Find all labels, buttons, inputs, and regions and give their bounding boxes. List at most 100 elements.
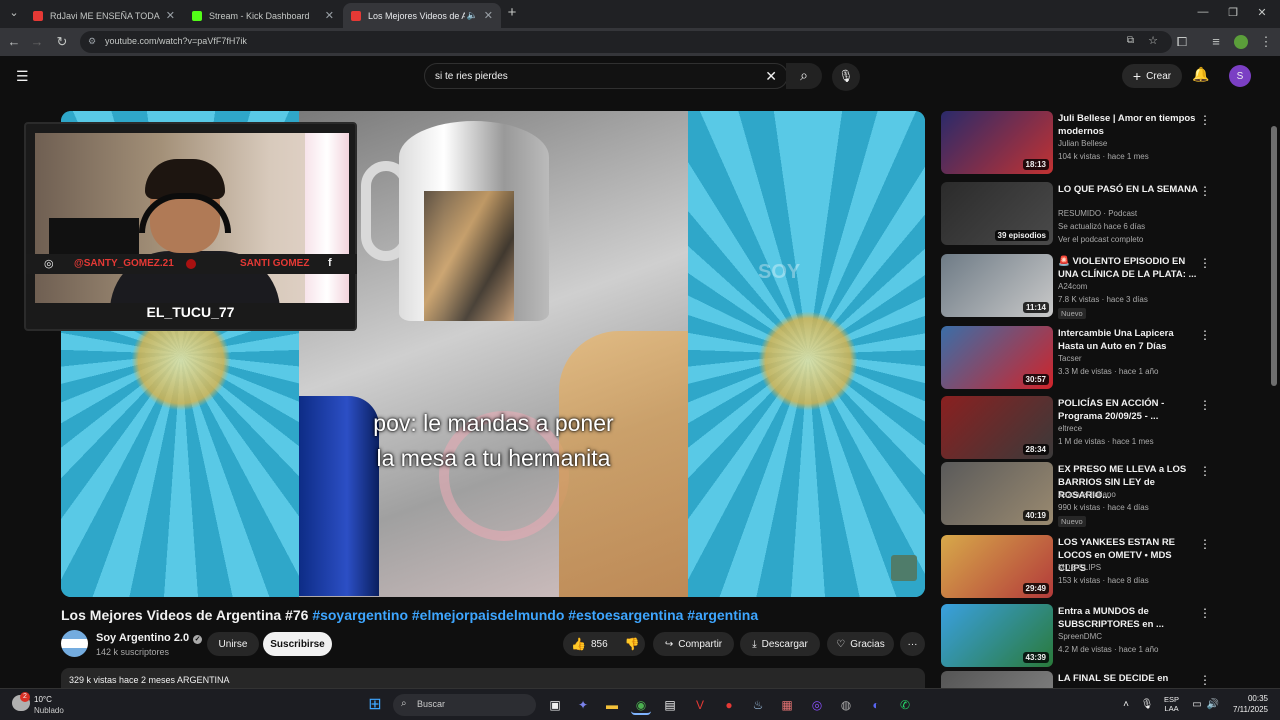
- more-options-icon[interactable]: ⋮: [1199, 606, 1211, 620]
- channel-name[interactable]: RESUMIDO · Podcast: [1058, 209, 1137, 218]
- more-actions-button[interactable]: ···: [900, 632, 925, 656]
- bookmark-star-icon[interactable]: ☆: [1148, 34, 1158, 47]
- share-button[interactable]: ↪ Compartir: [653, 632, 734, 656]
- channel-avatar[interactable]: [61, 630, 88, 657]
- channel-name[interactable]: Tacser: [1058, 354, 1082, 363]
- install-icon[interactable]: ⧉: [1127, 35, 1134, 46]
- channel-name[interactable]: eltrece: [1058, 424, 1082, 433]
- podcast-link[interactable]: Ver el podcast completo: [1058, 235, 1143, 244]
- input-language[interactable]: ESP LAA: [1164, 695, 1179, 713]
- speaker-icon[interactable]: 🔈: [467, 10, 478, 21]
- recommendation-item[interactable]: 18:13 Juli Bellese | Amor en tiempos mode…: [941, 111, 1221, 175]
- tab-search-icon[interactable]: ⌄: [4, 6, 24, 19]
- video-thumbnail[interactable]: 39 episodios: [941, 182, 1053, 245]
- chrome-menu-icon[interactable]: ⋮: [1257, 34, 1275, 50]
- windows-start-icon[interactable]: ⊞: [365, 695, 385, 715]
- subscribe-button[interactable]: Suscribirse: [263, 632, 332, 656]
- riot-icon[interactable]: ●: [719, 695, 739, 715]
- video-thumbnail[interactable]: 29:49: [941, 535, 1053, 598]
- chrome-icon[interactable]: ◉: [631, 695, 651, 715]
- more-options-icon[interactable]: ⋮: [1199, 537, 1211, 551]
- profile-icon[interactable]: [1234, 35, 1248, 49]
- back-icon[interactable]: ←: [5, 34, 23, 49]
- close-window-button[interactable]: ✕: [1252, 6, 1272, 19]
- new-tab-button[interactable]: +: [502, 4, 522, 21]
- create-button[interactable]: + Crear: [1122, 64, 1182, 88]
- weather-desc[interactable]: Nublado: [34, 706, 64, 715]
- video-title[interactable]: LO QUE PASÓ EN LA SEMANA: [1058, 183, 1198, 196]
- mic-icon[interactable]: 🎙: [1137, 695, 1157, 715]
- video-thumbnail[interactable]: 30:57: [941, 326, 1053, 389]
- file-explorer-icon[interactable]: ▬: [602, 695, 622, 715]
- obs-icon[interactable]: ◎: [807, 695, 827, 715]
- more-options-icon[interactable]: ⋮: [1199, 464, 1211, 478]
- channel-name[interactable]: Soy Argentino 2.0 ✓: [96, 632, 203, 644]
- channel-name[interactable]: MDS CLIPS: [1058, 563, 1101, 572]
- site-info-icon[interactable]: ⚙: [88, 36, 96, 47]
- menu-icon[interactable]: ☰: [16, 68, 29, 85]
- valorant-icon[interactable]: V: [690, 695, 710, 715]
- task-view-icon[interactable]: ▣: [545, 695, 565, 715]
- tab-2[interactable]: Stream - Kick Dashboard ✕: [184, 3, 342, 28]
- more-options-icon[interactable]: ⋮: [1199, 113, 1211, 127]
- video-title[interactable]: LA FINAL SE DECIDE en: [1058, 672, 1198, 685]
- like-icon[interactable]: 👍: [571, 637, 586, 651]
- weather-temp[interactable]: 10°C: [34, 695, 52, 704]
- close-tab-icon[interactable]: ✕: [484, 9, 493, 22]
- account-avatar[interactable]: S: [1229, 65, 1251, 87]
- more-options-icon[interactable]: ⋮: [1199, 398, 1211, 412]
- channel-watermark-icon[interactable]: [891, 555, 917, 581]
- recommendation-item[interactable]: 30:57 Intercambie Una Lapicera Hasta un A…: [941, 326, 1221, 390]
- video-title[interactable]: POLICÍAS EN ACCIÓN - Programa 20/09/25 -…: [1058, 397, 1198, 423]
- video-title[interactable]: Entra a MUNDOS de SUBSCRIPTORES en ...: [1058, 605, 1198, 631]
- clear-search-icon[interactable]: ✕: [765, 68, 777, 85]
- extensions-icon[interactable]: ⧠: [1173, 34, 1191, 50]
- video-hashtags[interactable]: #soyargentino #elmejorpaisdelmundo #esto…: [312, 607, 758, 623]
- more-options-icon[interactable]: ⋮: [1199, 256, 1211, 270]
- thanks-button[interactable]: ♡ Gracias: [827, 632, 894, 656]
- whatsapp-icon[interactable]: ✆: [895, 695, 915, 715]
- address-bar[interactable]: ⚙ youtube.com/watch?v=paVfF7fH7ik ⧉ ☆: [80, 31, 1172, 53]
- recommendation-item[interactable]: 40:19 EX PRESO ME LLEVA a LOS BARRIOS SIN…: [941, 462, 1221, 527]
- video-thumbnail[interactable]: 28:34: [941, 396, 1053, 459]
- tab-1[interactable]: RdJavi ME ENSEÑA TODA SU C ✕: [25, 3, 183, 28]
- video-thumbnail[interactable]: [941, 671, 1053, 688]
- download-button[interactable]: ⤓ Descargar: [740, 632, 820, 656]
- dislike-icon[interactable]: 👎: [625, 637, 640, 651]
- video-thumbnail[interactable]: 11:14: [941, 254, 1053, 317]
- close-tab-icon[interactable]: ✕: [166, 9, 175, 22]
- show-hidden-icons[interactable]: ˄: [1116, 695, 1136, 715]
- search-input[interactable]: si te ries pierdes: [435, 71, 508, 82]
- recommendation-item[interactable]: 29:49 LOS YANKEES ESTAN RE LOCOS en OMETV…: [941, 535, 1221, 599]
- maximize-button[interactable]: ❐: [1223, 6, 1243, 19]
- teams-icon[interactable]: ✦: [573, 695, 593, 715]
- notifications-bell-icon[interactable]: 🔔: [1192, 66, 1209, 83]
- more-options-icon[interactable]: ⋮: [1199, 184, 1211, 198]
- recommendation-item[interactable]: 28:34 POLICÍAS EN ACCIÓN - Programa 20/09…: [941, 396, 1221, 460]
- close-tab-icon[interactable]: ✕: [325, 9, 334, 22]
- more-options-icon[interactable]: ⋮: [1199, 328, 1211, 342]
- like-count[interactable]: 856: [591, 639, 608, 650]
- video-title[interactable]: Intercambie Una Lapicera Hasta un Auto e…: [1058, 327, 1198, 353]
- app-icon[interactable]: ▦: [777, 695, 797, 715]
- video-thumbnail[interactable]: 40:19: [941, 462, 1053, 525]
- channel-name[interactable]: Julian Bellese: [1058, 139, 1107, 148]
- description-box[interactable]: 329 k vistas hace 2 meses ARGENTINA: [61, 668, 925, 688]
- channel-name[interactable]: Zazza el italiano: [1058, 490, 1116, 499]
- tab-3-active[interactable]: Los Mejores Videos de Arge 🔈 ✕: [343, 3, 501, 28]
- video-thumbnail[interactable]: 43:39: [941, 604, 1053, 667]
- search-button[interactable]: ⌕: [786, 63, 822, 89]
- reading-list-icon[interactable]: ≡: [1207, 34, 1225, 49]
- clock[interactable]: 00:35 7/11/2025: [1226, 694, 1268, 714]
- more-options-icon[interactable]: ⋮: [1199, 673, 1211, 687]
- recommendation-item[interactable]: LA FINAL SE DECIDE en ⋮: [941, 671, 1221, 688]
- channel-name[interactable]: SpreenDMC: [1058, 632, 1102, 641]
- video-title[interactable]: 🚨 VIOLENTO EPISODIO EN UNA CLÍNICA DE LA…: [1058, 255, 1198, 281]
- recommendation-item[interactable]: 11:14 🚨 VIOLENTO EPISODIO EN UNA CLÍNICA …: [941, 254, 1221, 319]
- discord-icon[interactable]: ◐: [866, 695, 886, 715]
- forward-icon[interactable]: →: [28, 34, 46, 49]
- video-title[interactable]: Juli Bellese | Amor en tiempos modernos: [1058, 112, 1198, 138]
- app-icon[interactable]: ◍: [836, 695, 856, 715]
- taskbar-search[interactable]: ⌕ Buscar: [393, 694, 536, 716]
- page-scrollbar[interactable]: [1271, 126, 1277, 386]
